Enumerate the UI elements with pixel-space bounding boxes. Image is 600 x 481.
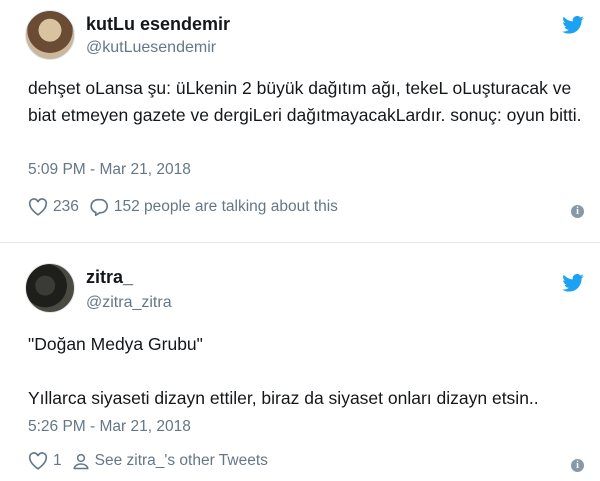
speech-bubble-icon (90, 198, 108, 216)
tweet-text: "Doğan Medya Grubu" (28, 334, 203, 354)
like-count: 1 (53, 452, 62, 469)
tweet-text: dehşet oLansa şu: üLkenin 2 büyük dağıtı… (28, 78, 582, 125)
tweet-timestamp[interactable]: 5:09 PM - Mar 21, 2018 (28, 161, 191, 179)
profile-link[interactable]: See zitra_'s other Tweets (72, 452, 268, 470)
twitter-bird-icon[interactable] (562, 16, 584, 34)
author-name[interactable]: zitra_ (86, 267, 133, 288)
author-handle[interactable]: @zitra_zitra (86, 294, 172, 312)
avatar[interactable] (25, 263, 75, 313)
twitter-bird-icon[interactable] (562, 274, 584, 292)
tweet-timestamp[interactable]: 5:26 PM - Mar 21, 2018 (28, 418, 191, 436)
heart-icon (28, 452, 48, 470)
tweet-actions: 236 152 people are talking about this (28, 198, 348, 216)
tweet-actions: 1 See zitra_'s other Tweets (28, 452, 278, 470)
info-icon[interactable]: i (571, 205, 584, 218)
replies-link[interactable]: 152 people are talking about this (89, 198, 338, 216)
tweet-card: zitra_ @zitra_zitra "Doğan Medya Grubu" … (0, 243, 600, 481)
info-icon[interactable]: i (571, 459, 584, 472)
tweet-text: Yıllarca siyaseti dizayn ettiler, biraz … (28, 388, 539, 408)
like-count: 236 (53, 198, 79, 215)
person-icon (73, 453, 89, 470)
author-name[interactable]: kutLu esendemir (86, 14, 230, 35)
avatar[interactable] (25, 10, 75, 60)
tweet-card: kutLu esendemir @kutLuesendemir dehşet o… (0, 0, 600, 243)
replies-label: 152 people are talking about this (113, 198, 338, 215)
author-handle[interactable]: @kutLuesendemir (86, 39, 216, 57)
like-button[interactable]: 1 (28, 452, 62, 470)
profile-label: See zitra_'s other Tweets (94, 452, 268, 469)
like-button[interactable]: 236 (28, 198, 79, 216)
heart-icon (28, 198, 48, 216)
